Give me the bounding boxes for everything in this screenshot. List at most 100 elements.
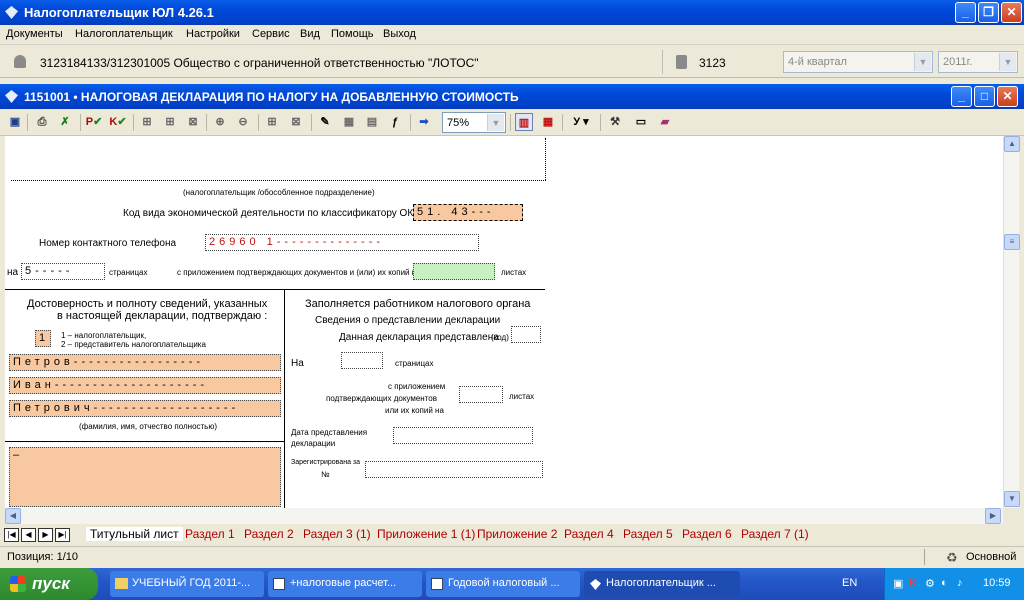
menu-item-taxpayer[interactable]: Налогоплательщик xyxy=(75,28,173,40)
phone-field[interactable]: 26960 1-------------- xyxy=(205,234,479,251)
divider xyxy=(284,289,285,508)
extra-field[interactable]: – xyxy=(9,447,281,507)
reg-label-2: № xyxy=(321,470,330,479)
check-p-icon[interactable]: P✔ xyxy=(85,113,103,131)
tab-section-2[interactable]: Раздел 2 xyxy=(244,527,294,541)
menu-item-help[interactable]: Помощь xyxy=(331,28,374,40)
tools-icon[interactable]: ⚒ xyxy=(606,113,624,131)
sheets-suffix: листах xyxy=(501,268,527,277)
u-menu-button[interactable]: У ▾ xyxy=(568,113,594,131)
form-view-icon[interactable]: ▥ xyxy=(515,113,533,131)
year-value: 2011г. xyxy=(943,56,973,68)
tab-section-7[interactable]: Раздел 7 (1) xyxy=(741,527,809,541)
task-word-2[interactable]: Годовой налоговый ... xyxy=(426,571,580,597)
scroll-down-icon[interactable]: ▼ xyxy=(1004,491,1020,507)
add-page-icon[interactable]: ⊕ xyxy=(211,113,229,131)
pages-field[interactable]: 5----- xyxy=(21,263,105,280)
year-select[interactable]: 2011г. ▼ xyxy=(938,51,1018,73)
edit-form-icon[interactable]: ✎ xyxy=(316,113,334,131)
okved-label: Код вида экономической деятельности по к… xyxy=(123,208,434,219)
word-icon xyxy=(431,578,443,590)
settings-icon[interactable]: ⚙ xyxy=(925,577,935,590)
tab-appendix-2[interactable]: Приложение 2 xyxy=(477,527,557,541)
vertical-scrollbar[interactable]: ▲ ≡ ▼ xyxy=(1003,136,1020,508)
print-icon[interactable]: ⎙ xyxy=(33,113,51,131)
last-tab-icon[interactable]: ▶| xyxy=(55,528,70,542)
tax-sheets-field[interactable] xyxy=(459,386,503,403)
doc-minimize-button[interactable]: _ xyxy=(951,86,972,107)
minimize-button[interactable]: _ xyxy=(955,2,976,23)
add-rows-icon[interactable]: ⊞ xyxy=(161,113,179,131)
tab-section-4[interactable]: Раздел 4 xyxy=(564,527,614,541)
first-tab-icon[interactable]: |◀ xyxy=(4,528,19,542)
doc-maximize-button[interactable]: □ xyxy=(974,86,995,107)
task-folder[interactable]: УЧЕБНЫЙ ГОД 2011-... xyxy=(110,571,264,597)
menu-item-documents[interactable]: Документы xyxy=(6,28,63,40)
add-row-icon[interactable]: ⊞ xyxy=(138,113,156,131)
menu-item-settings[interactable]: Настройки xyxy=(186,28,240,40)
calculator-icon[interactable]: ▦ xyxy=(340,113,358,131)
insert-section-icon[interactable]: ⊞ xyxy=(263,113,281,131)
restore-button[interactable]: ❐ xyxy=(978,2,999,23)
arrow-right-icon[interactable]: ➡ xyxy=(415,113,433,131)
check-k-icon[interactable]: K✔ xyxy=(109,113,127,131)
registration-field[interactable] xyxy=(365,461,543,478)
zoom-select[interactable]: 75% ▼ xyxy=(442,112,506,133)
close-button[interactable]: ✕ xyxy=(1001,2,1022,23)
sheets-field[interactable] xyxy=(413,263,495,280)
signer-code-field[interactable]: 1 xyxy=(35,330,51,347)
network-icon[interactable]: ▣ xyxy=(893,577,903,590)
formula-icon[interactable]: ƒ xyxy=(386,113,404,131)
calendar-icon[interactable]: ▤ xyxy=(363,113,381,131)
document-title: 1151001 • НАЛОГОВАЯ ДЕКЛАРАЦИЯ ПО НАЛОГУ… xyxy=(24,90,519,104)
tab-section-3[interactable]: Раздел 3 (1) xyxy=(303,527,371,541)
start-button[interactable]: пуск xyxy=(0,568,98,600)
scroll-up-icon[interactable]: ▲ xyxy=(1004,136,1020,152)
book-icon[interactable]: ▰ xyxy=(656,113,674,131)
grid-view-icon[interactable]: ▦ xyxy=(539,113,557,131)
tab-section-6[interactable]: Раздел 6 xyxy=(682,527,732,541)
export-excel-icon[interactable]: ✗ xyxy=(56,113,74,131)
horizontal-scrollbar[interactable]: ◀ ▶ xyxy=(5,508,1003,524)
antivirus-icon[interactable]: K xyxy=(909,577,917,589)
chevron-down-icon: ▼ xyxy=(999,53,1016,71)
volume-icon[interactable]: ◐ xyxy=(941,577,948,589)
surname-field[interactable]: Петров----------------- xyxy=(9,354,281,371)
scroll-right-icon[interactable]: ▶ xyxy=(985,508,1001,524)
period-select[interactable]: 4-й квартал ▼ xyxy=(783,51,933,73)
delete-row-icon[interactable]: ⊠ xyxy=(184,113,202,131)
patronymic-field[interactable]: Петрович------------------- xyxy=(9,400,281,417)
okved-field[interactable]: 51. 43--- xyxy=(413,204,523,221)
menu-item-view[interactable]: Вид xyxy=(300,28,320,40)
next-tab-icon[interactable]: ▶ xyxy=(38,528,53,542)
chevron-down-icon: ▼ xyxy=(914,53,931,71)
tab-title-page[interactable]: Титульный лист xyxy=(86,527,183,541)
firstname-field[interactable]: Иван-------------------- xyxy=(9,377,281,394)
task-taxpayer[interactable]: Налогоплательщик ... xyxy=(584,571,740,597)
zoom-value: 75% xyxy=(447,117,470,129)
person-icon xyxy=(14,55,26,68)
delete-page-icon[interactable]: ⊖ xyxy=(234,113,252,131)
scroll-thumb[interactable]: ≡ xyxy=(1004,234,1020,250)
menu-item-service[interactable]: Сервис xyxy=(252,28,290,40)
taskbar: пуск УЧЕБНЫЙ ГОД 2011-... +налоговые рас… xyxy=(0,568,1024,600)
prev-tab-icon[interactable]: ◀ xyxy=(21,528,36,542)
remove-section-icon[interactable]: ⊠ xyxy=(287,113,305,131)
chevron-down-icon: ▼ xyxy=(487,114,504,131)
submitted-field[interactable] xyxy=(511,326,541,343)
document-title-bar: 1151001 • НАЛОГОВАЯ ДЕКЛАРАЦИЯ ПО НАЛОГУ… xyxy=(0,84,1024,109)
tab-section-5[interactable]: Раздел 5 xyxy=(623,527,673,541)
comment-icon[interactable]: ▭ xyxy=(632,113,650,131)
tax-pages-field[interactable] xyxy=(341,352,383,369)
tab-section-1[interactable]: Раздел 1 xyxy=(185,527,235,541)
menu-item-exit[interactable]: Выход xyxy=(383,28,416,40)
date-field[interactable] xyxy=(393,427,533,444)
doc-close-button[interactable]: ✕ xyxy=(997,86,1018,107)
task-word-1[interactable]: +налоговые расчет... xyxy=(268,571,422,597)
tab-appendix-1[interactable]: Приложение 1 (1) xyxy=(377,527,475,541)
speaker-icon[interactable]: ♪ xyxy=(957,577,963,589)
save-icon[interactable]: ▣ xyxy=(6,113,24,131)
language-indicator[interactable]: EN xyxy=(842,577,857,589)
clock: 10:59 xyxy=(983,577,1011,589)
scroll-left-icon[interactable]: ◀ xyxy=(5,508,21,524)
